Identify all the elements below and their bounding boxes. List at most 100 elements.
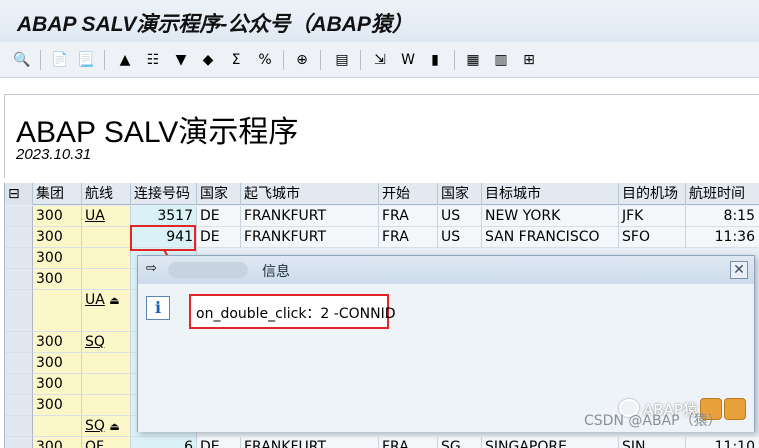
cell-carrid[interactable]: SQ bbox=[82, 332, 131, 353]
grid-header-row: ⊟ 集团 航线 连接号码 国家 起飞城市 开始 国家 目标城市 目的机场 航班时… bbox=[5, 183, 759, 205]
table-row[interactable]: 300 UA 3517 DE FRANKFURT FRA US NEW YORK… bbox=[5, 206, 759, 227]
help-button[interactable] bbox=[724, 398, 746, 420]
page-title: ABAP SALV演示程序 bbox=[16, 116, 299, 149]
column-header[interactable]: 国家 bbox=[438, 183, 482, 205]
row-selector[interactable] bbox=[5, 248, 33, 269]
toolbar: 🔍 📄 📃 ▲ ☷ ▼ ◆ Σ % ⊕ ▤ ⇲ W ▮ ▦ ▥ ⊞ bbox=[0, 42, 759, 78]
column-header[interactable]: 开始 bbox=[379, 183, 438, 205]
cell-mandt: 300 bbox=[33, 248, 82, 269]
layout-icon[interactable]: ⇲ bbox=[370, 50, 390, 70]
subtotal-icon: ⏏ bbox=[109, 420, 120, 433]
row-selector[interactable] bbox=[5, 395, 33, 416]
manage-layout-icon[interactable]: ⊞ bbox=[519, 50, 539, 70]
cell-cityfrom: FRANKFURT bbox=[241, 206, 379, 227]
sort-ascending-icon[interactable]: 📄 bbox=[50, 50, 70, 70]
column-header[interactable]: 航线 bbox=[82, 183, 131, 205]
toolbar-separator bbox=[283, 50, 284, 70]
cell-mandt: 300 bbox=[33, 227, 82, 248]
cell-mandt: 300 bbox=[33, 206, 82, 227]
table-row[interactable]: 300 941 DE FRANKFURT FRA US SAN FRANCISC… bbox=[5, 227, 759, 248]
cell-carrid[interactable] bbox=[82, 374, 131, 395]
top-of-page: ABAP SALV演示程序 2023.10.31 bbox=[4, 94, 759, 178]
save-layout-icon[interactable]: ▮ bbox=[425, 50, 445, 70]
row-selector[interactable] bbox=[5, 206, 33, 227]
toolbar-separator bbox=[320, 50, 321, 70]
cell-airpto: JFK bbox=[619, 206, 686, 227]
chart-icon[interactable]: ▤ bbox=[332, 50, 352, 70]
cell-mandt: 300 bbox=[33, 374, 82, 395]
grid-layout-icon[interactable]: ▦ bbox=[463, 50, 483, 70]
column-header[interactable]: 集团 bbox=[33, 183, 82, 205]
cell-carrid[interactable] bbox=[82, 248, 131, 269]
delete-filter-icon[interactable]: ☷ bbox=[143, 50, 163, 70]
row-selector[interactable] bbox=[5, 269, 33, 290]
choose-layout-icon[interactable]: ▥ bbox=[491, 50, 511, 70]
column-header[interactable]: 目标城市 bbox=[482, 183, 619, 205]
footer-credit: CSDN @ABAP（猿） bbox=[584, 413, 722, 429]
cell-cityfrom: FRANKFURT bbox=[241, 437, 379, 448]
details-icon[interactable]: 🔍 bbox=[12, 50, 32, 70]
row-selector[interactable] bbox=[5, 290, 33, 332]
cell-countryto: US bbox=[438, 206, 482, 227]
cell-mandt: 300 bbox=[33, 437, 82, 448]
table-row[interactable]: 300 QF 6 DE FRANKFURT FRA SG SINGAPORE S… bbox=[5, 437, 759, 448]
print-preview-icon[interactable]: Σ bbox=[226, 50, 246, 70]
sum-icon[interactable]: ▼ bbox=[171, 50, 191, 70]
cell-carrid[interactable] bbox=[82, 353, 131, 374]
subtotal-icon: ⏏ bbox=[109, 294, 120, 307]
cell-carrid[interactable]: QF bbox=[82, 437, 131, 448]
dialog-title-bar[interactable]: ⇨ 信息 ✕ bbox=[138, 256, 754, 284]
toolbar-separator bbox=[40, 50, 41, 70]
cell-carrid[interactable] bbox=[82, 227, 131, 248]
word-icon[interactable]: ⊕ bbox=[292, 50, 312, 70]
cell-airpfrom: FRA bbox=[379, 227, 438, 248]
cell-countryto: US bbox=[438, 227, 482, 248]
cell-carrid[interactable] bbox=[82, 269, 131, 290]
subtotal-carrid[interactable]: SQ ⏏ bbox=[82, 416, 131, 437]
cell-carrid[interactable]: UA bbox=[85, 292, 105, 308]
cell-mandt: 300 bbox=[33, 269, 82, 290]
cell-cityto: SAN FRANCISCO bbox=[482, 227, 619, 248]
row-selector[interactable] bbox=[5, 416, 33, 437]
cell-connid[interactable]: 3517 bbox=[131, 206, 197, 227]
column-header[interactable]: 目的机场 bbox=[619, 183, 686, 205]
column-header[interactable]: 连接号码 bbox=[131, 183, 197, 205]
row-selector[interactable] bbox=[5, 332, 33, 353]
cell-carrid[interactable]: UA bbox=[82, 206, 131, 227]
cell-airpfrom: FRA bbox=[379, 437, 438, 448]
cell-fltime: 11:36 bbox=[686, 227, 759, 248]
column-header[interactable]: 国家 bbox=[197, 183, 241, 205]
row-selector[interactable] bbox=[5, 353, 33, 374]
message-box: on_double_click：2 -CONNID bbox=[189, 294, 396, 329]
toolbar-separator bbox=[104, 50, 105, 70]
cell-fltime: 11:10 bbox=[686, 437, 759, 448]
row-selector[interactable] bbox=[5, 227, 33, 248]
change-layout-icon[interactable]: W bbox=[398, 50, 418, 70]
cell-country: DE bbox=[197, 437, 241, 448]
cell-connid[interactable]: 6 bbox=[131, 437, 197, 448]
cell-mandt: 300 bbox=[33, 332, 82, 353]
cell-country: DE bbox=[197, 206, 241, 227]
cell-carrid[interactable]: SQ bbox=[85, 418, 105, 434]
cell-country: DE bbox=[197, 227, 241, 248]
sort-descending-icon[interactable]: 📃 bbox=[76, 50, 96, 70]
row-selector[interactable] bbox=[5, 374, 33, 395]
cell-cityto: SINGAPORE bbox=[482, 437, 619, 448]
filter-icon[interactable]: ▲ bbox=[115, 50, 135, 70]
close-icon[interactable]: ✕ bbox=[730, 261, 748, 279]
cell-carrid[interactable] bbox=[82, 395, 131, 416]
toolbar-separator bbox=[454, 50, 455, 70]
window-title: ABAP SALV演示程序-公众号（ABAP猿） bbox=[17, 13, 413, 36]
cell-airpto: SFO bbox=[619, 227, 686, 248]
export-icon[interactable]: % bbox=[255, 50, 275, 70]
column-header[interactable]: 起飞城市 bbox=[241, 183, 379, 205]
cell-mandt bbox=[33, 416, 82, 437]
select-all-icon[interactable]: ⊟ bbox=[5, 183, 33, 205]
subtotal-icon[interactable]: ◆ bbox=[198, 50, 218, 70]
title-bar: ABAP SALV演示程序-公众号（ABAP猿） bbox=[0, 0, 759, 42]
cell-countryto: SG bbox=[438, 437, 482, 448]
dialog-title: 信息 bbox=[262, 264, 290, 280]
row-selector[interactable] bbox=[5, 437, 33, 448]
subtotal-carrid[interactable]: UA ⏏ bbox=[82, 290, 131, 332]
column-header[interactable]: 航班时间 bbox=[686, 183, 759, 205]
